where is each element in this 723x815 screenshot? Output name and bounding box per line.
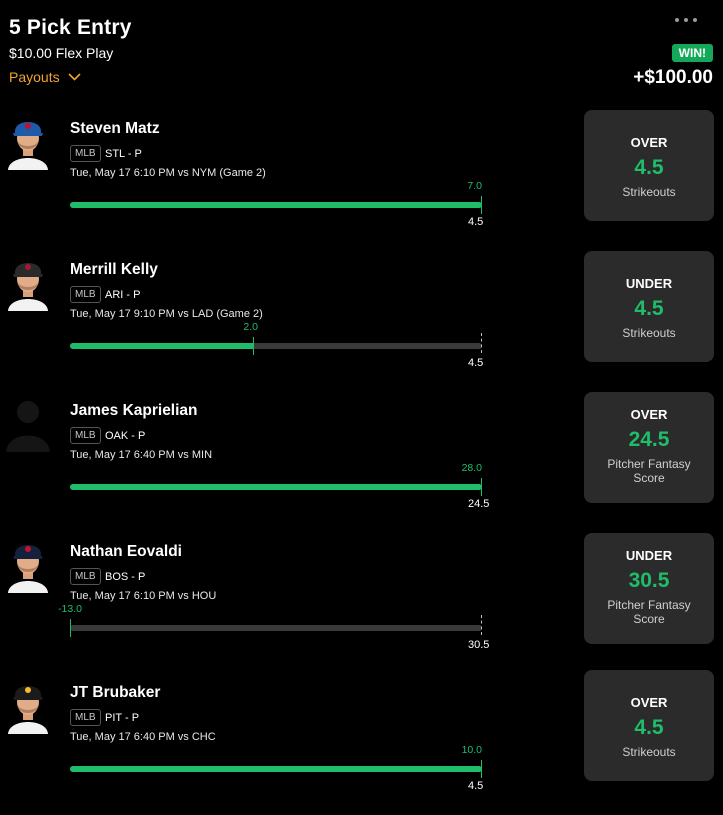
- actual-value: 7.0: [467, 180, 482, 192]
- game-info: Tue, May 17 9:10 PM vs LAD (Game 2): [70, 308, 263, 320]
- player-avatar: [4, 251, 52, 311]
- pick-card[interactable]: OVER 24.5 Pitcher Fantasy Score: [584, 392, 714, 503]
- player-name: James Kaprielian: [70, 402, 198, 419]
- actual-value: -13.0: [58, 603, 82, 615]
- player-avatar: [4, 674, 52, 734]
- progress-bar: -13.0 30.5: [58, 603, 489, 651]
- line-value: 24.5: [468, 498, 490, 510]
- progress-bar: 2.0 4.5: [70, 321, 483, 369]
- more-options-icon[interactable]: [675, 18, 697, 22]
- pick-card[interactable]: OVER 4.5 Strikeouts: [584, 110, 714, 221]
- progress-bar: 10.0 4.5: [70, 744, 483, 792]
- progress-bar: 7.0 4.5: [70, 180, 483, 228]
- silhouette-icon: [6, 401, 50, 452]
- payouts-label: Payouts: [9, 69, 60, 85]
- actual-value: 2.0: [243, 321, 258, 333]
- player-name: Merrill Kelly: [70, 261, 158, 278]
- team-position: ARI - P: [105, 289, 141, 301]
- progress-fill: [70, 343, 253, 349]
- pick-row: Nathan Eovaldi MLB BOS - P Tue, May 17 6…: [0, 533, 723, 674]
- line-marker: [481, 615, 482, 635]
- player-avatar: [4, 533, 52, 593]
- pick-line: 4.5: [634, 156, 664, 179]
- total-payout: +$100.00: [633, 67, 713, 88]
- team-position: OAK - P: [105, 430, 146, 442]
- actual-value: 10.0: [461, 744, 482, 756]
- stat-type: Pitcher Fantasy Score: [607, 457, 691, 485]
- pick-row: JT Brubaker MLB PIT - P Tue, May 17 6:40…: [0, 670, 723, 815]
- line-value: 30.5: [468, 639, 490, 651]
- stat-type: Strikeouts: [622, 326, 676, 340]
- stat-type: Strikeouts: [622, 185, 676, 199]
- pick-direction: OVER: [630, 695, 668, 710]
- line-value: 4.5: [468, 780, 484, 792]
- diamondbacks-player-icon: [4, 251, 52, 311]
- game-info: Tue, May 17 6:10 PM vs NYM (Game 2): [70, 167, 266, 179]
- team-position: STL - P: [105, 148, 142, 160]
- actual-marker: [481, 478, 482, 496]
- pick-direction: OVER: [630, 407, 668, 422]
- actual-marker: [70, 619, 71, 637]
- pick-direction: OVER: [630, 135, 668, 150]
- game-info: Tue, May 17 6:40 PM vs CHC: [70, 731, 216, 743]
- league-badge: MLB: [70, 427, 101, 444]
- stat-type: Strikeouts: [622, 745, 676, 759]
- pick-card[interactable]: UNDER 30.5 Pitcher Fantasy Score: [584, 533, 714, 644]
- actual-value: 28.0: [461, 462, 482, 474]
- page-title: 5 Pick Entry: [9, 16, 132, 39]
- progress-fill: [70, 202, 482, 208]
- team-position: PIT - P: [105, 712, 140, 724]
- player-name: Steven Matz: [70, 120, 160, 137]
- league-badge: MLB: [70, 286, 101, 303]
- pick-line: 4.5: [634, 716, 664, 739]
- payouts-toggle[interactable]: Payouts: [9, 69, 81, 85]
- actual-marker: [253, 337, 254, 355]
- player-name: Nathan Eovaldi: [70, 543, 182, 560]
- pick-line: 24.5: [628, 428, 670, 451]
- line-marker: [481, 333, 482, 353]
- player-avatar: [4, 110, 52, 170]
- actual-marker: [481, 760, 482, 778]
- stat-type: Pitcher Fantasy Score: [607, 598, 691, 626]
- pick-direction: UNDER: [625, 548, 673, 563]
- team-position: BOS - P: [105, 571, 146, 583]
- progress-fill: [70, 766, 482, 772]
- league-badge: MLB: [70, 568, 101, 585]
- line-value: 4.5: [468, 357, 484, 369]
- pick-card[interactable]: OVER 4.5 Strikeouts: [584, 670, 714, 781]
- pick-line: 30.5: [628, 569, 670, 592]
- status-badge: WIN!: [671, 44, 713, 62]
- league-badge: MLB: [70, 145, 101, 162]
- entry-subtitle: $10.00 Flex Play: [9, 45, 114, 61]
- pick-row: Steven Matz MLB STL - P Tue, May 17 6:10…: [0, 110, 723, 251]
- pick-row: James Kaprielian MLB OAK - P Tue, May 17…: [0, 392, 723, 533]
- line-value: 4.5: [468, 216, 484, 228]
- game-info: Tue, May 17 6:40 PM vs MIN: [70, 449, 213, 461]
- pick-direction: UNDER: [625, 276, 673, 291]
- pick-row: Merrill Kelly MLB ARI - P Tue, May 17 9:…: [0, 251, 723, 392]
- actual-marker: [481, 196, 482, 214]
- chevron-down-icon: [68, 73, 81, 81]
- league-badge: MLB: [70, 709, 101, 726]
- pick-line: 4.5: [634, 297, 664, 320]
- pirates-player-icon: [4, 674, 52, 734]
- game-info: Tue, May 17 6:10 PM vs HOU: [70, 590, 217, 602]
- blue-jays-player-icon: [4, 110, 52, 170]
- progress-bar: 28.0 24.5: [70, 462, 489, 510]
- progress-fill: [70, 484, 482, 490]
- player-avatar: [4, 392, 52, 452]
- red-sox-player-icon: [4, 533, 52, 593]
- player-name: JT Brubaker: [70, 684, 161, 701]
- pick-card[interactable]: UNDER 4.5 Strikeouts: [584, 251, 714, 362]
